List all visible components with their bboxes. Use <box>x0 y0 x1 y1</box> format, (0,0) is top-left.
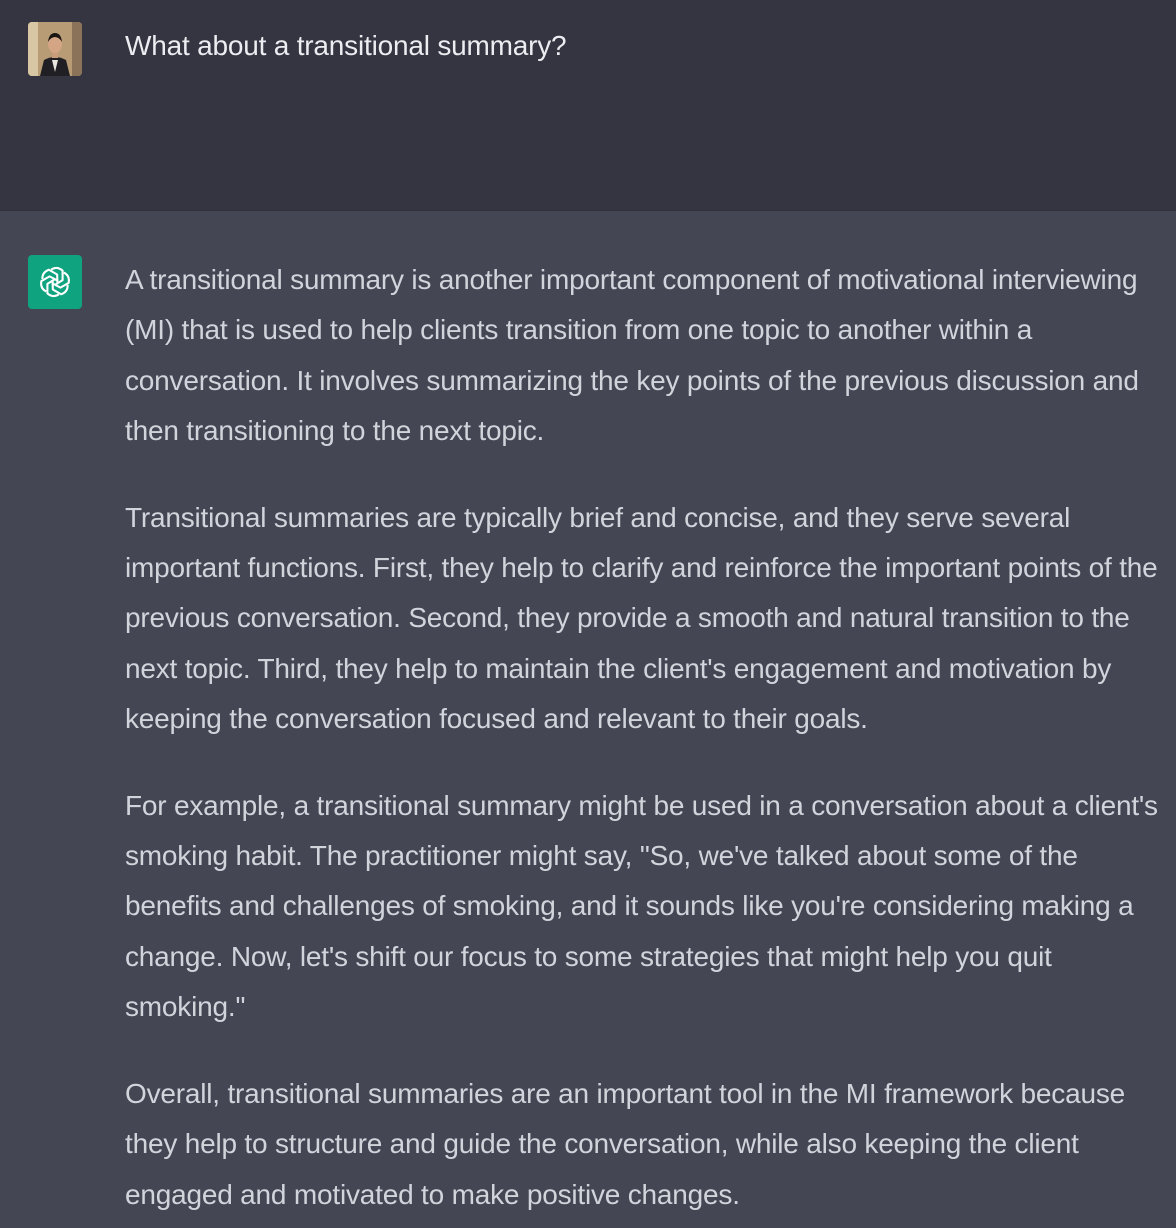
assistant-paragraph-2: Transitional summaries are typically bri… <box>125 501 1158 735</box>
assistant-message: A transitional summary is another import… <box>125 255 1168 1220</box>
user-avatar <box>28 22 82 76</box>
assistant-avatar <box>28 255 82 309</box>
user-message-text: What about a transitional summary? <box>125 30 567 61</box>
assistant-paragraph-1: A transitional summary is another import… <box>125 264 1139 447</box>
assistant-message-row: A transitional summary is another import… <box>0 211 1176 1228</box>
assistant-paragraph-3: For example, a transitional summary migh… <box>125 789 1158 1023</box>
user-message: What about a transitional summary? <box>125 26 1168 66</box>
assistant-paragraph-4: Overall, transitional summaries are an i… <box>125 1077 1126 1210</box>
openai-logo-icon <box>28 255 82 309</box>
user-photo-avatar-icon <box>28 22 82 76</box>
user-message-row: What about a transitional summary? <box>0 0 1176 211</box>
